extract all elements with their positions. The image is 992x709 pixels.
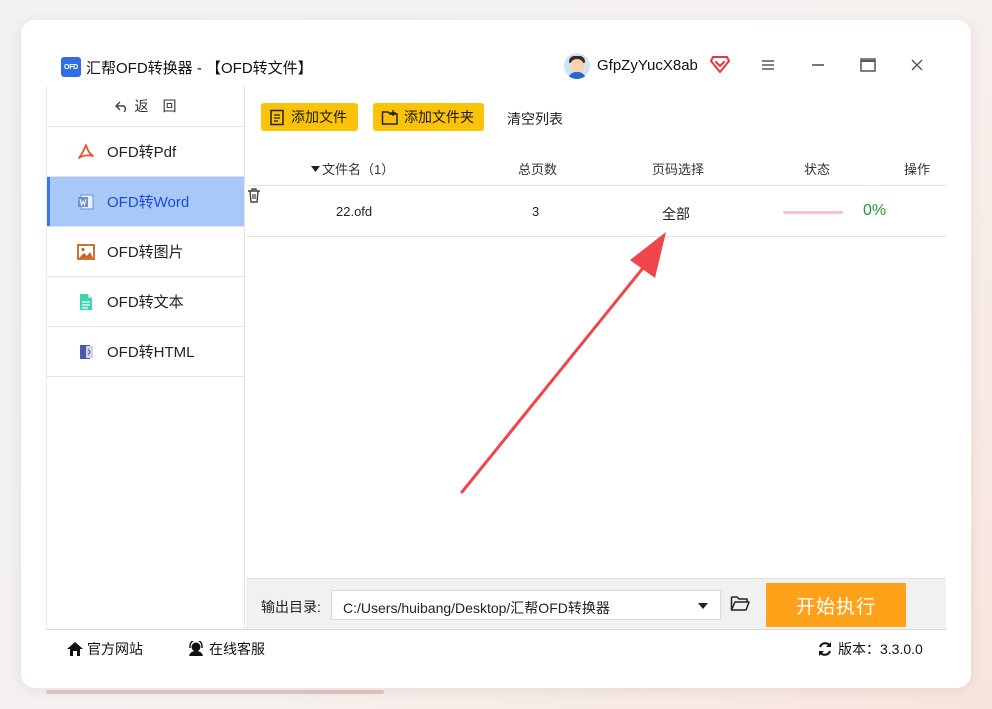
progress-percent: 0% — [863, 202, 887, 219]
page-range-selector[interactable]: 全部 — [662, 204, 690, 224]
menu-button[interactable] — [757, 54, 779, 76]
hamburger-icon — [762, 60, 774, 70]
version-info[interactable]: 版本：3.3.0.0 — [817, 639, 923, 659]
output-dir-select[interactable]: C:/Users/huibang/Desktop/汇帮OFD转换器 — [331, 590, 721, 620]
user-avatar[interactable] — [564, 53, 590, 79]
output-dir-label: 输出目录: — [261, 599, 321, 615]
sidebar-item-label: OFD转Word — [107, 194, 190, 211]
table-header: 文件名（1） 总页数 页码选择 状态 操作 — [246, 148, 946, 186]
column-header-name-label: 文件名（1） — [322, 162, 395, 177]
maximize-button[interactable] — [857, 54, 879, 76]
toolbar: 添加文件 添加文件夹 清空列表 — [246, 86, 946, 148]
sidebar-item-word[interactable]: OFD转Word — [47, 177, 244, 227]
support-label: 在线客服 — [209, 641, 265, 657]
website-link[interactable]: 官方网站 — [66, 639, 143, 659]
sidebar-item-label: OFD转文本 — [107, 294, 184, 311]
add-folder-icon — [381, 109, 398, 125]
version-label: 版本：3.3.0.0 — [838, 641, 923, 657]
progress-bar — [783, 211, 843, 214]
start-button[interactable]: 开始执行 — [766, 583, 906, 627]
chevron-down-icon — [698, 603, 708, 609]
vip-diamond-icon[interactable] — [710, 55, 730, 73]
pdf-icon — [78, 143, 94, 159]
app-window: OFD 汇帮OFD转换器 - 【OFD转文件】 GfpZyYucX8ab 返 回 — [21, 20, 971, 688]
app-title: 汇帮OFD转换器 - 【OFD转文件】 — [86, 60, 313, 77]
close-button[interactable] — [906, 54, 928, 76]
file-name-cell: 22.ofd — [336, 204, 373, 219]
open-folder-icon[interactable] — [730, 594, 750, 612]
footer-bar: 官方网站 在线客服 版本：3.3.0.0 — [46, 629, 946, 665]
sidebar-item-label: OFD转图片 — [107, 244, 184, 261]
add-folder-label: 添加文件夹 — [404, 109, 474, 125]
background-progress-strip — [46, 690, 384, 694]
image-icon — [77, 243, 95, 260]
column-header-pages: 总页数 — [518, 162, 558, 177]
sidebar-item-label: OFD转Pdf — [107, 144, 177, 161]
title-bar: OFD 汇帮OFD转换器 - 【OFD转文件】 GfpZyYucX8ab — [21, 20, 971, 86]
delete-icon[interactable] — [246, 187, 262, 203]
main-panel: 添加文件 添加文件夹 清空列表 文件名（1） 总页数 页码选择 状态 操作 22… — [246, 86, 946, 629]
add-file-icon — [270, 109, 284, 125]
add-file-label: 添加文件 — [291, 109, 347, 125]
website-label: 官方网站 — [87, 641, 143, 657]
headset-icon — [189, 641, 203, 656]
table-row[interactable]: 22.ofd 3 全部 0% — [246, 187, 946, 237]
column-header-name[interactable]: 文件名（1） — [311, 159, 394, 178]
clear-list-button[interactable]: 清空列表 — [507, 109, 563, 129]
refresh-icon — [819, 642, 831, 656]
column-header-range: 页码选择 — [652, 162, 705, 177]
sidebar-item-pdf[interactable]: OFD转Pdf — [47, 127, 244, 177]
minimize-button[interactable] — [807, 54, 829, 76]
sort-desc-icon — [311, 166, 320, 172]
sidebar-item-html[interactable]: OFD转HTML — [47, 327, 244, 377]
maximize-icon — [860, 58, 876, 72]
sidebar-item-text[interactable]: OFD转文本 — [47, 277, 244, 327]
back-button[interactable]: 返 回 — [47, 86, 244, 127]
page-count-cell: 3 — [532, 204, 540, 219]
column-header-action: 操作 — [904, 162, 931, 177]
username[interactable]: GfpZyYucX8ab — [597, 57, 698, 74]
sidebar: 返 回 OFD转Pdf OFD转Word OFD转图片 OFD转文本 OFD转H… — [46, 86, 245, 629]
column-header-status: 状态 — [804, 162, 831, 177]
output-dir-value: C:/Users/huibang/Desktop/汇帮OFD转换器 — [343, 600, 610, 616]
sidebar-item-label: OFD转HTML — [107, 344, 195, 361]
back-label: 返 回 — [134, 98, 177, 114]
sidebar-item-image[interactable]: OFD转图片 — [47, 227, 244, 277]
add-folder-button[interactable]: 添加文件夹 — [373, 103, 484, 131]
word-icon — [78, 194, 94, 209]
app-logo-icon: OFD — [61, 57, 81, 77]
close-icon — [911, 59, 923, 71]
add-file-button[interactable]: 添加文件 — [261, 103, 358, 131]
home-icon — [67, 642, 83, 656]
back-arrow-icon — [114, 101, 126, 112]
text-icon — [80, 293, 92, 310]
minimize-icon — [812, 64, 824, 66]
output-bar: 输出目录: C:/Users/huibang/Desktop/汇帮OFD转换器 … — [246, 578, 946, 629]
html-icon — [80, 344, 93, 359]
support-link[interactable]: 在线客服 — [187, 639, 265, 659]
